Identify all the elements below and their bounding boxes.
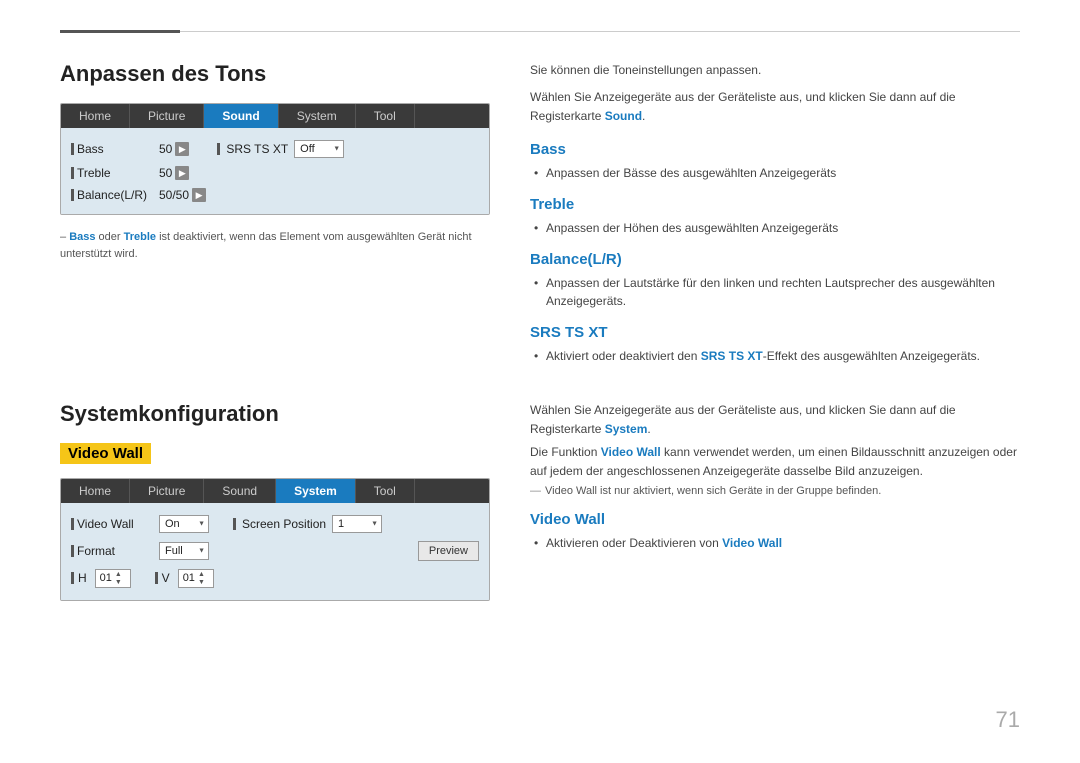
treble-value: 50	[159, 166, 172, 180]
system-panel-tabs: Home Picture Sound System Tool	[61, 479, 489, 503]
preview-button[interactable]: Preview	[418, 541, 479, 561]
v-stepper[interactable]: 01 ▲ ▼	[178, 569, 214, 588]
feature-bass-title: Bass	[530, 141, 1020, 158]
vw-on-dropdown[interactable]: On	[159, 515, 209, 533]
section-system-wrapper: Systemkonfiguration Video Wall Home Pict…	[60, 401, 1020, 615]
feature-treble-item: Anpassen der Höhen des ausgewählten Anze…	[530, 219, 1020, 237]
sys-tab-system[interactable]: System	[276, 479, 356, 503]
intro2-sound-link: Sound	[605, 109, 642, 123]
h-up[interactable]: ▲	[115, 571, 122, 578]
feature-treble-title: Treble	[530, 196, 1020, 213]
sys-row-format: Format Full Preview	[71, 537, 479, 565]
sys-link: System	[605, 422, 648, 436]
section-system: Systemkonfiguration Video Wall Home Pict…	[60, 401, 1020, 615]
h-value: 01	[100, 572, 112, 584]
label-bar	[71, 143, 74, 155]
note-treble: Treble	[124, 231, 156, 243]
label-bar-balance	[71, 189, 74, 201]
tab-home[interactable]: Home	[61, 104, 130, 128]
treble-label: Treble	[77, 166, 111, 180]
sys-note: — Video Wall ist nur aktiviert, wenn sic…	[530, 485, 1020, 497]
format-dropdown[interactable]: Full	[159, 542, 209, 560]
v-label: V	[162, 571, 170, 585]
srs-link: SRS TS XT	[701, 349, 763, 363]
vw-bar	[71, 518, 74, 530]
section-anpassen-title: Anpassen des Tons	[60, 61, 490, 87]
h-down[interactable]: ▼	[115, 579, 122, 586]
sp-dropdown[interactable]: 1	[332, 515, 382, 533]
balance-arrow[interactable]: ▶	[192, 188, 206, 202]
videowall-highlight: Video Wall	[60, 443, 151, 464]
sound-panel-body: Bass 50 ▶ SRS TS XT Off	[61, 128, 489, 214]
bass-value: 50	[159, 142, 172, 156]
sys-tab-picture[interactable]: Picture	[130, 479, 204, 503]
v-down[interactable]: ▼	[198, 579, 205, 586]
tab-picture[interactable]: Picture	[130, 104, 204, 128]
top-rule-line	[180, 31, 1020, 32]
balance-label: Balance(L/R)	[77, 188, 147, 202]
feature-balance-item: Anpassen der Lautstärke für den linken u…	[530, 274, 1020, 310]
panel-row-balance: Balance(L/R) 50/50 ▶	[71, 184, 479, 206]
section-anpassen: Anpassen des Tons Home Picture Sound Sys…	[60, 61, 1020, 365]
sys-row-videowall: Video Wall On Screen Position 1	[71, 511, 479, 537]
anpassen-intro2: Wählen Sie Anzeigegeräte aus der Gerätel…	[530, 88, 1020, 126]
vw-feature-link: Video Wall	[722, 536, 782, 550]
feature-balance-title: Balance(L/R)	[530, 251, 1020, 268]
sys-tab-home[interactable]: Home	[61, 479, 130, 503]
bass-arrow[interactable]: ▶	[175, 142, 189, 156]
top-rule	[60, 30, 1020, 33]
sys-feature-vw-title: Video Wall	[530, 511, 1020, 528]
vw-intro-link: Video Wall	[601, 445, 661, 459]
tab-system[interactable]: System	[279, 104, 356, 128]
sound-panel-tabs: Home Picture Sound System Tool	[61, 104, 489, 128]
v-up[interactable]: ▲	[198, 571, 205, 578]
label-bar-srs	[217, 143, 220, 155]
format-label: Format	[77, 544, 115, 558]
sys-row-hv: H 01 ▲ ▼ V	[71, 565, 479, 592]
sound-panel: Home Picture Sound System Tool Bass 50	[60, 103, 490, 215]
section-anpassen-right: Sie können die Toneinstellungen anpassen…	[530, 61, 1020, 365]
balance-value: 50/50	[159, 188, 189, 202]
sys-feature-vw-item: Aktivieren oder Deaktivieren von Video W…	[530, 534, 1020, 552]
feature-srs-item: Aktiviert oder deaktiviert den SRS TS XT…	[530, 347, 1020, 365]
h-stepper[interactable]: 01 ▲ ▼	[95, 569, 131, 588]
panel-row-treble: Treble 50 ▶	[71, 162, 479, 184]
note-bass: Bass	[69, 231, 95, 243]
sys-intro2: Die Funktion Video Wall kann verwendet w…	[530, 443, 1020, 481]
feature-srs-title: SRS TS XT	[530, 324, 1020, 341]
sound-note: – Bass oder Treble ist deaktiviert, wenn…	[60, 229, 490, 262]
format-bar	[71, 545, 74, 557]
sp-label: Screen Position	[242, 517, 326, 531]
sys-intro1: Wählen Sie Anzeigegeräte aus der Gerätel…	[530, 401, 1020, 439]
section-system-left: Systemkonfiguration Video Wall Home Pict…	[60, 401, 490, 615]
top-rule-accent	[60, 30, 180, 33]
sp-bar	[233, 518, 236, 530]
vw-note-link: Video Wall	[545, 485, 597, 497]
section-system-right: Wählen Sie Anzeigegeräte aus der Gerätel…	[530, 401, 1020, 615]
h-label: H	[78, 571, 87, 585]
v-bar	[155, 572, 158, 584]
tab-tool[interactable]: Tool	[356, 104, 415, 128]
bass-label: Bass	[77, 142, 104, 156]
srs-dropdown[interactable]: Off	[294, 140, 344, 158]
page-number: 71	[996, 707, 1020, 733]
sys-tab-sound[interactable]: Sound	[204, 479, 276, 503]
tab-sound[interactable]: Sound	[204, 104, 278, 128]
section-anpassen-left: Anpassen des Tons Home Picture Sound Sys…	[60, 61, 490, 365]
anpassen-intro1: Sie können die Toneinstellungen anpassen…	[530, 61, 1020, 80]
h-bar	[71, 572, 74, 584]
treble-arrow[interactable]: ▶	[175, 166, 189, 180]
label-bar-treble	[71, 167, 74, 179]
system-panel: Home Picture Sound System Tool Video Wal…	[60, 478, 490, 601]
panel-row-bass: Bass 50 ▶ SRS TS XT Off	[71, 136, 479, 162]
feature-bass-item: Anpassen der Bässe des ausgewählten Anze…	[530, 164, 1020, 182]
vw-label: Video Wall	[77, 517, 134, 531]
sys-tab-tool[interactable]: Tool	[356, 479, 415, 503]
v-value: 01	[183, 572, 195, 584]
system-panel-body: Video Wall On Screen Position 1	[61, 503, 489, 600]
srs-label: SRS TS XT	[226, 142, 288, 156]
section-system-title: Systemkonfiguration	[60, 401, 490, 427]
